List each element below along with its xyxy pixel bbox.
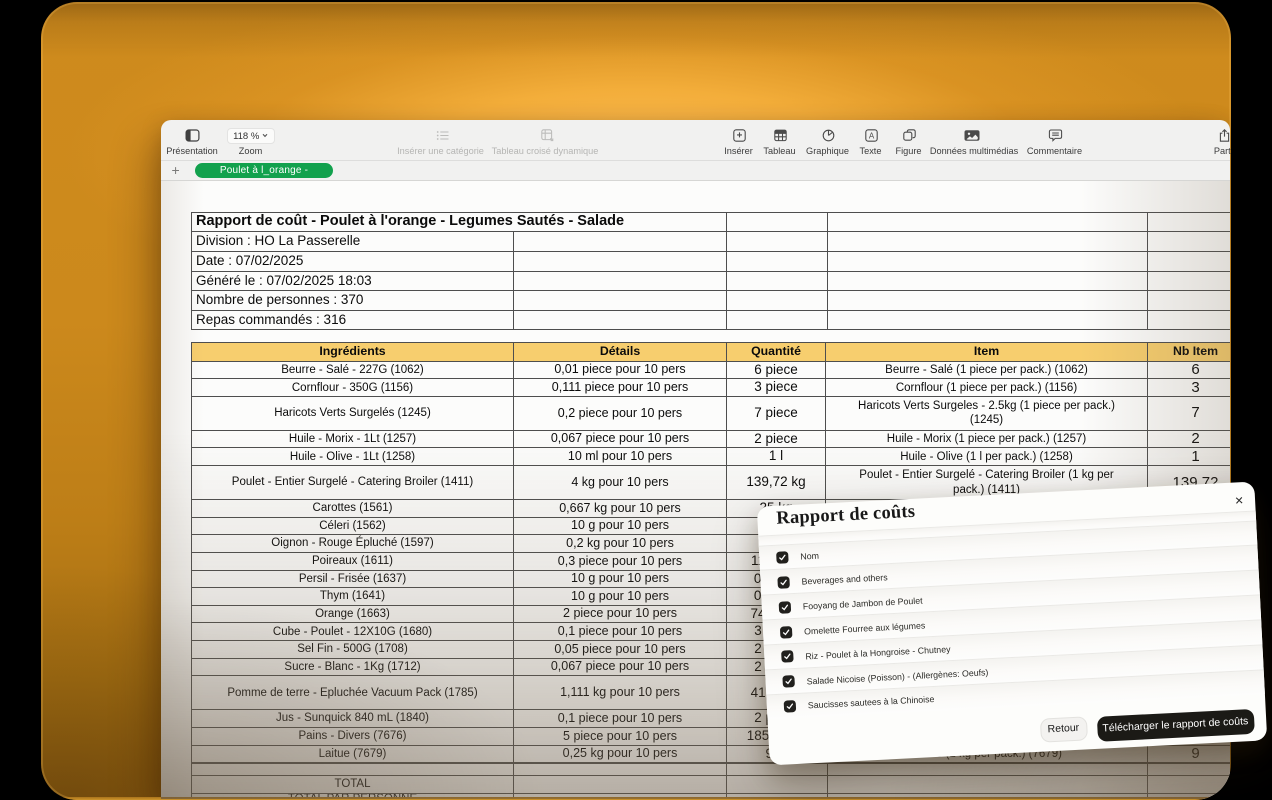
svg-text:A: A	[869, 132, 875, 141]
